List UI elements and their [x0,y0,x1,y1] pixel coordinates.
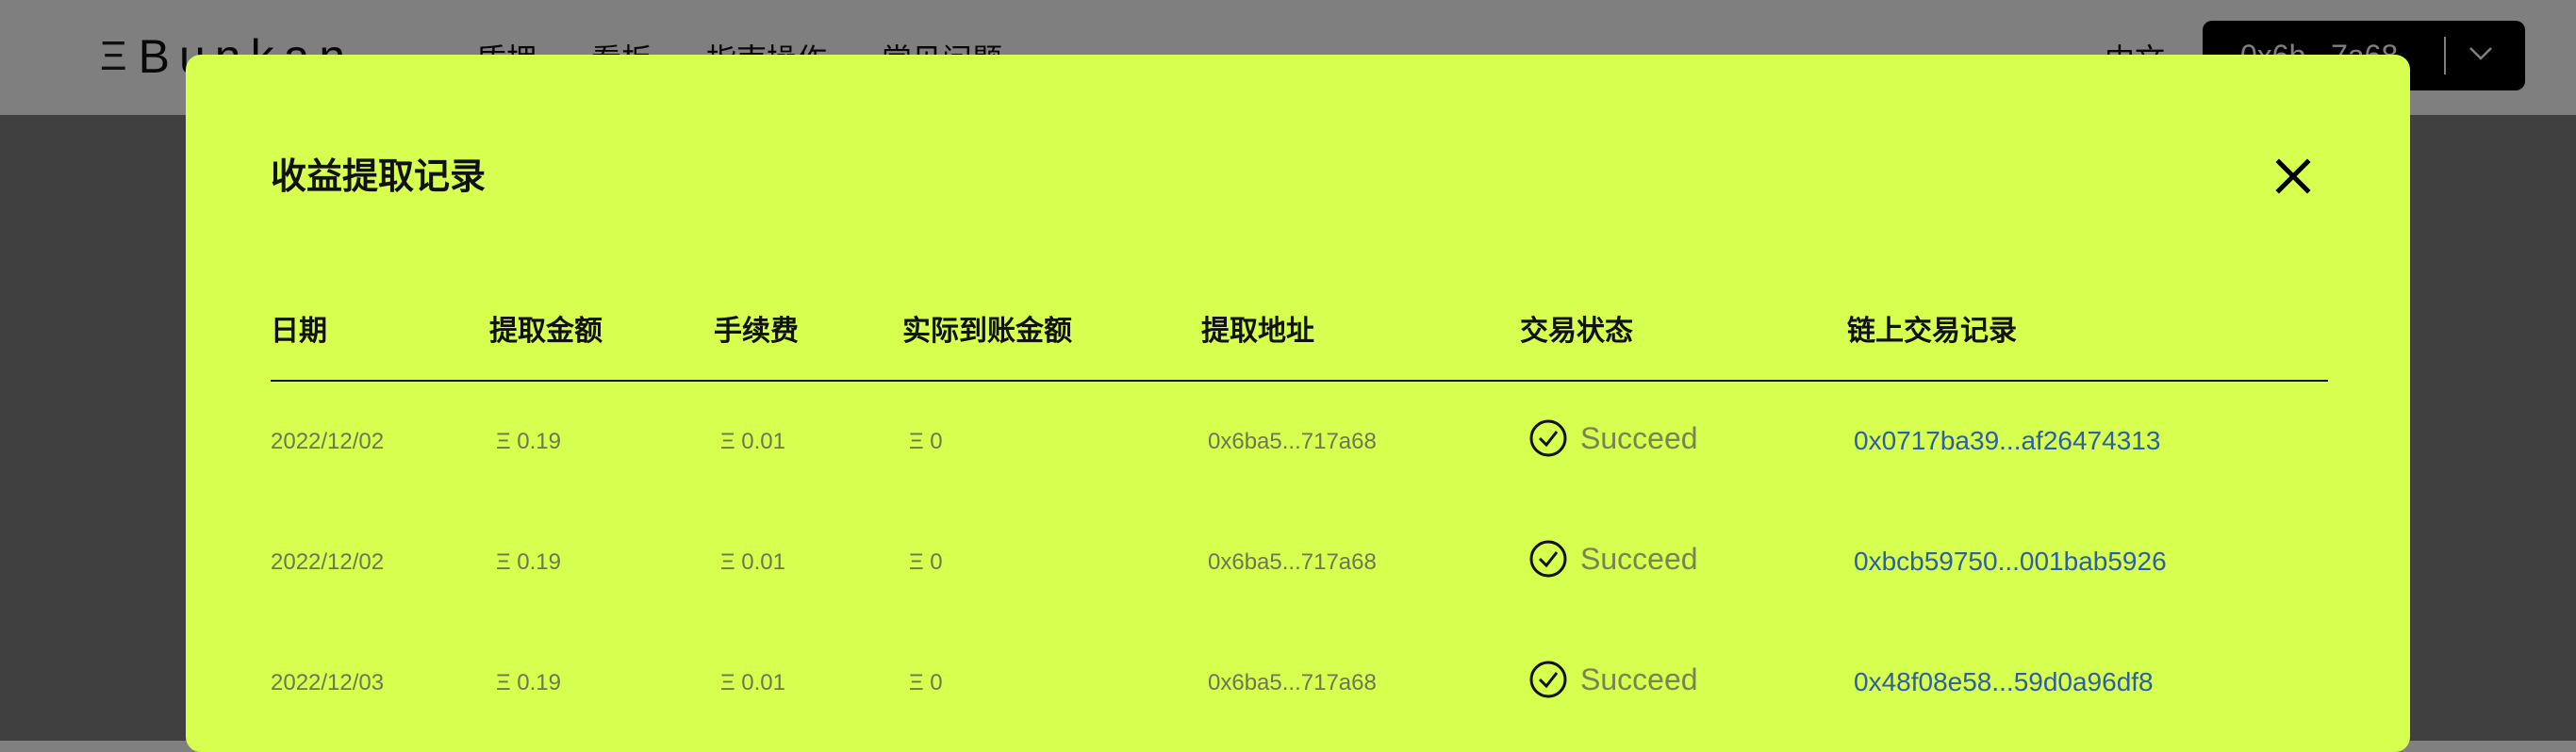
tx-link[interactable]: 0x48f08e58...59d0a96df8 [1854,667,2154,697]
cell-fee: Ξ 0.01 [720,670,785,695]
cell-fee: Ξ 0.01 [720,549,785,575]
tx-link[interactable]: 0x0717ba39...af26474313 [1854,426,2160,456]
column-header-address: 提取地址 [1201,316,1314,347]
table-row: 2022/12/02 Ξ 0.19 Ξ 0.01 Ξ 0 0x6ba5...71… [271,382,2328,502]
column-header-tx: 链上交易记录 [1847,316,2017,347]
cell-address: 0x6ba5...717a68 [1208,429,1377,454]
close-button[interactable] [2271,155,2315,198]
cell-date: 2022/12/02 [271,549,385,575]
table-row: 2022/12/02 Ξ 0.19 Ξ 0.01 Ξ 0 0x6ba5...71… [271,502,2328,623]
status-text: Succeed [1580,541,1698,576]
column-header-received: 实际到账金额 [902,316,1072,347]
close-icon [2275,158,2311,194]
tx-link[interactable]: 0xbcb59750...001bab5926 [1854,547,2167,577]
cell-date: 2022/12/02 [271,429,385,454]
cell-received: Ξ 0 [909,429,943,454]
cell-amount: Ξ 0.19 [496,670,561,695]
cell-received: Ξ 0 [909,549,943,575]
cell-received: Ξ 0 [909,670,943,695]
cell-status: Succeed [1529,540,1698,578]
check-circle-icon [1529,661,1567,698]
withdrawal-table: 日期 提取金额 手续费 实际到账金额 提取地址 交易状态 链上交易记录 2022… [271,304,2328,744]
check-circle-icon [1529,540,1567,578]
column-header-status: 交易状态 [1520,316,1633,347]
column-header-amount: 提取金额 [489,316,603,347]
column-header-date: 日期 [271,316,327,347]
cell-status: Succeed [1529,661,1698,698]
status-text: Succeed [1580,662,1698,696]
cell-address: 0x6ba5...717a68 [1208,670,1377,695]
cell-status: Succeed [1529,419,1698,457]
withdrawal-history-modal: 收益提取记录 日期 提取金额 手续费 实际到账金额 提取地址 交易状态 链上交易… [186,55,2410,752]
cell-fee: Ξ 0.01 [720,429,785,454]
check-circle-icon [1529,419,1567,457]
table-row: 2022/12/03 Ξ 0.19 Ξ 0.01 Ξ 0 0x6ba5...71… [271,623,2328,744]
status-text: Succeed [1580,420,1698,455]
table-header: 日期 提取金额 手续费 实际到账金额 提取地址 交易状态 链上交易记录 [271,304,2328,382]
cell-amount: Ξ 0.19 [496,549,561,575]
cell-address: 0x6ba5...717a68 [1208,549,1377,575]
cell-amount: Ξ 0.19 [496,429,561,454]
column-header-fee: 手续费 [714,316,799,347]
modal-title: 收益提取记录 [271,157,487,197]
cell-date: 2022/12/03 [271,670,385,695]
